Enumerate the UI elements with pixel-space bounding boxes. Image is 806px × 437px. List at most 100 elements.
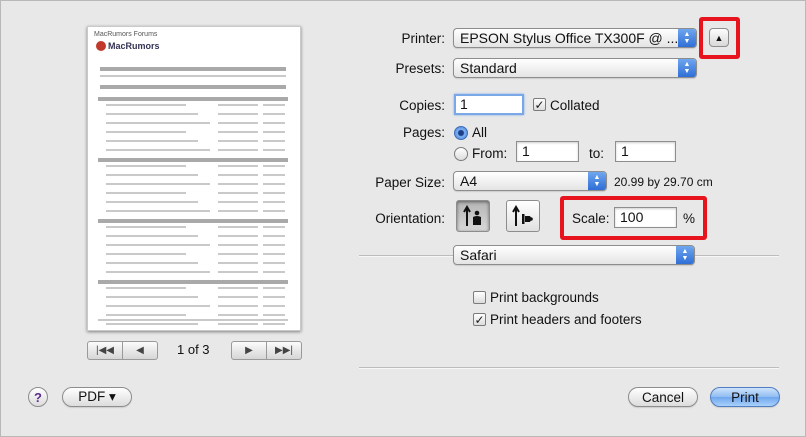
preview-line [106, 323, 198, 325]
preview-line [106, 131, 186, 133]
preview-line [218, 149, 258, 151]
next-page-button[interactable]: ▶ [232, 342, 266, 359]
preview-line [98, 219, 288, 223]
paper-size-value: A4 [460, 173, 478, 189]
preview-line [218, 140, 258, 142]
scale-unit: % [683, 211, 696, 226]
preview-line [263, 122, 285, 124]
preview-line [106, 226, 186, 228]
preview-line [106, 201, 198, 203]
preview-line [100, 75, 286, 77]
preview-line [106, 296, 198, 298]
preview-line [218, 201, 258, 203]
print-button[interactable]: Print [710, 387, 780, 407]
preview-line [218, 165, 258, 167]
preview-line [106, 287, 186, 289]
scale-field[interactable]: 100 [614, 207, 677, 228]
print-backgrounds-checkbox[interactable] [473, 291, 486, 304]
preview-line [98, 158, 288, 162]
pdf-menu-button[interactable]: PDF ▾ [62, 387, 132, 407]
preview-line [218, 210, 258, 212]
preview-line [218, 131, 258, 133]
details-disclosure-button[interactable]: ▲ [709, 28, 729, 47]
preview-line [106, 271, 210, 273]
preview-line [106, 165, 186, 167]
paper-size-popup[interactable]: A4 ▲ ▼ [453, 171, 607, 191]
preview-line [263, 262, 285, 264]
popup-arrows-icon: ▲ ▼ [676, 246, 694, 264]
preview-line [263, 113, 285, 115]
preview-line [263, 131, 285, 133]
cancel-button[interactable]: Cancel [628, 387, 698, 407]
pages-all-radio[interactable] [454, 126, 468, 140]
preview-line [106, 262, 198, 264]
bottom-separator [359, 367, 779, 369]
preview-line [218, 296, 258, 298]
preview-nav-forward: ▶ ▶▶| [231, 341, 302, 360]
page-indicator: 1 of 3 [177, 342, 210, 357]
last-page-button[interactable]: ▶▶| [266, 342, 301, 359]
preview-line [263, 253, 285, 255]
help-button[interactable]: ? [28, 387, 48, 407]
preview-line [218, 244, 258, 246]
orientation-portrait-button[interactable] [456, 200, 490, 232]
print-dialog: MacRumors Forums MacRumors |◀◀ ◀ 1 of 3 … [0, 0, 806, 437]
preview-line [106, 183, 210, 185]
preview-line [106, 140, 198, 142]
pages-to-field[interactable]: 1 [615, 141, 676, 162]
triangle-up-icon: ▲ [714, 32, 724, 43]
app-options-value: Safari [460, 247, 497, 263]
preview-line [263, 174, 285, 176]
preview-line [106, 235, 198, 237]
preview-line [106, 122, 210, 124]
preview-line [106, 314, 186, 316]
preview-line [98, 319, 288, 321]
first-page-button[interactable]: |◀◀ [88, 342, 122, 359]
pages-from-radio[interactable] [454, 147, 468, 161]
preview-line [218, 253, 258, 255]
popup-arrows-icon: ▲ ▼ [678, 29, 696, 47]
preview-line [106, 210, 210, 212]
paper-dimensions: 20.99 by 29.70 cm [614, 175, 713, 189]
preview-line [263, 165, 285, 167]
collated-label: Collated [550, 98, 600, 113]
copies-label: Copies: [399, 98, 445, 113]
print-headers-footers-checkbox[interactable]: ✓ [473, 313, 486, 326]
print-backgrounds-label: Print backgrounds [490, 290, 599, 305]
preview-line [106, 113, 198, 115]
orientation-label: Orientation: [375, 211, 445, 226]
preview-line [263, 305, 285, 307]
preview-line [218, 174, 258, 176]
orientation-landscape-button[interactable] [506, 200, 540, 232]
pages-from-field[interactable]: 1 [516, 141, 579, 162]
previous-page-button[interactable]: ◀ [122, 342, 157, 359]
print-headers-footers-label: Print headers and footers [490, 312, 642, 327]
app-options-popup[interactable]: Safari ▲ ▼ [453, 245, 695, 265]
preview-line [263, 296, 285, 298]
preview-line [218, 287, 258, 289]
presets-popup[interactable]: Standard ▲ ▼ [453, 58, 697, 78]
preview-line [263, 323, 285, 325]
preview-line [218, 104, 258, 106]
pages-from-label: From: [472, 146, 508, 161]
preview-line [218, 226, 258, 228]
preview-line [263, 183, 285, 185]
preview-line [218, 323, 258, 325]
preview-line [106, 192, 186, 194]
copies-field[interactable]: 1 [454, 94, 524, 115]
printer-label: Printer: [401, 31, 445, 46]
printer-popup[interactable]: EPSON Stylus Office TX300F @ ... ▲ ▼ [453, 28, 697, 48]
popup-arrows-icon: ▲ ▼ [588, 172, 606, 190]
preview-line [263, 226, 285, 228]
preview-line [106, 174, 198, 176]
presets-label: Presets: [395, 61, 445, 76]
collated-checkbox[interactable]: ✓ [533, 98, 546, 111]
page-preview: MacRumors Forums MacRumors [87, 26, 301, 331]
preview-line [98, 97, 288, 101]
preview-line [218, 122, 258, 124]
scale-label: Scale: [572, 211, 610, 226]
preview-line [263, 314, 285, 316]
preview-line [218, 183, 258, 185]
preview-line [263, 271, 285, 273]
preview-line [98, 280, 288, 284]
